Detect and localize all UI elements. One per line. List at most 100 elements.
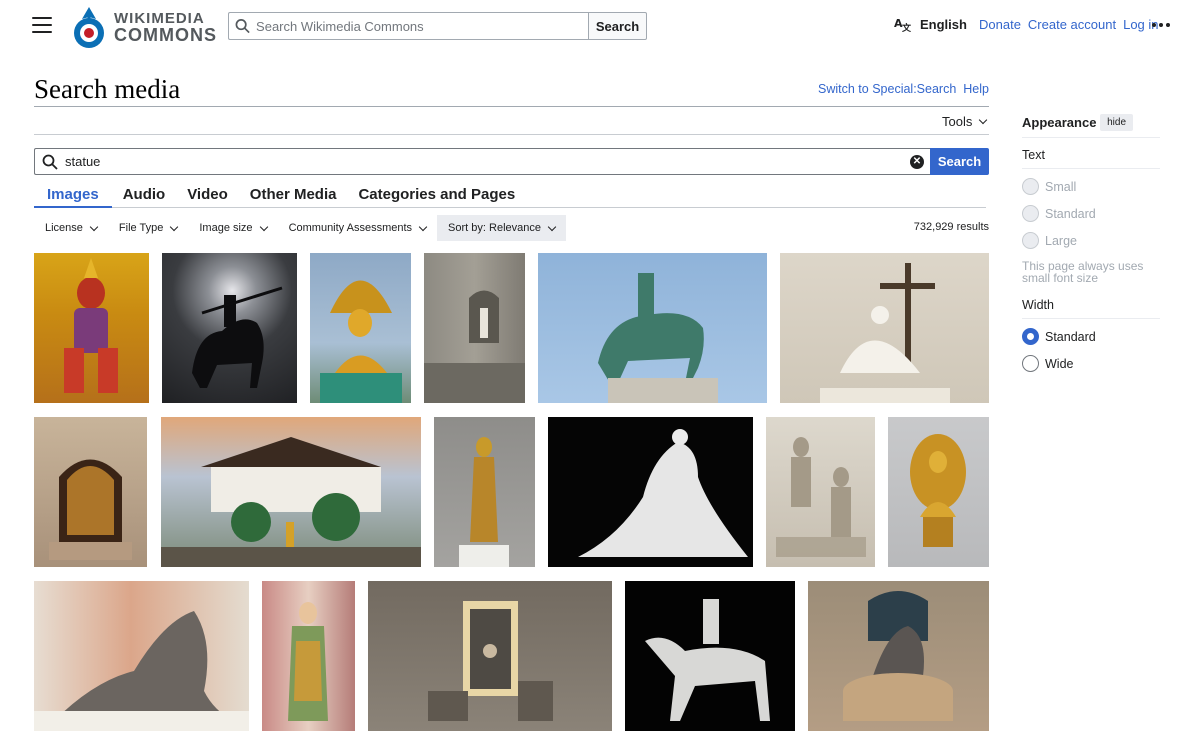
logo-line2: COMMONS — [114, 25, 217, 45]
thumbnail-image — [843, 591, 953, 721]
header-search-box — [228, 12, 588, 40]
filter-license[interactable]: License — [34, 215, 108, 241]
site-logo[interactable]: WIKIMEDIA COMMONS — [72, 5, 222, 49]
width-standard-option[interactable]: Standard — [1022, 323, 1160, 350]
thumbnail-baroque-group[interactable] — [34, 581, 249, 731]
width-section-label: Width — [1022, 298, 1160, 319]
logo-wordmark: WIKIMEDIA COMMONS — [114, 11, 217, 45]
width-wide-option[interactable]: Wide — [1022, 350, 1160, 377]
tools-menu[interactable]: Tools — [942, 114, 988, 129]
chevron-down-icon — [170, 222, 179, 231]
language-icon: A 文 — [894, 17, 912, 32]
filter-community-assessments-label: Community Assessments — [288, 222, 413, 234]
chevron-down-icon — [547, 222, 557, 231]
tab-video[interactable]: Video — [176, 184, 239, 208]
donate-link[interactable]: Donate — [979, 17, 1021, 32]
results-count: 732,929 results — [913, 221, 989, 233]
thumbnail-image — [820, 263, 950, 403]
filter-image-size[interactable]: Image size — [188, 215, 277, 241]
thumbnail-image — [34, 611, 249, 731]
tools-divider — [34, 134, 989, 135]
thumbnail-bronze-on-base[interactable] — [808, 581, 989, 731]
thumbnail-temple-courtyard[interactable] — [161, 417, 421, 567]
media-search: ✕ Search — [34, 148, 989, 175]
filter-file-type[interactable]: File Type — [108, 215, 188, 241]
appearance-panel: Appearance hide Text Small Standard Larg… — [1022, 112, 1160, 377]
thumbnail-bronze-equestrian[interactable] — [538, 253, 767, 403]
search-icon — [235, 19, 250, 34]
clear-icon[interactable]: ✕ — [910, 154, 924, 169]
thumbnail-illuminated-niche[interactable] — [368, 581, 612, 731]
more-options-icon[interactable] — [1152, 23, 1170, 27]
appearance-hide-button[interactable]: hide — [1100, 114, 1133, 131]
thumbnail-image — [320, 280, 402, 403]
chevron-down-icon — [89, 222, 99, 231]
radio-icon — [1022, 232, 1039, 249]
tab-categories-pages[interactable]: Categories and Pages — [347, 184, 526, 208]
header-search-input[interactable] — [256, 18, 588, 34]
text-size-standard-label: Standard — [1045, 206, 1096, 221]
font-size-note: This page always uses small font size — [1022, 259, 1144, 285]
text-size-small-label: Small — [1045, 179, 1077, 194]
thumbnail-golden-guardian[interactable] — [34, 253, 149, 403]
thumbnail-marble-equestrian[interactable] — [625, 581, 795, 731]
tab-audio[interactable]: Audio — [112, 184, 177, 208]
thumbnail-image — [645, 599, 770, 721]
text-size-small-option: Small — [1022, 173, 1160, 200]
thumbnail-stone-relief[interactable] — [766, 417, 875, 567]
tab-images[interactable]: Images — [34, 184, 112, 208]
filter-file-type-label: File Type — [118, 222, 164, 234]
thumbnail-image — [459, 437, 509, 567]
language-selector[interactable]: A 文 English — [894, 16, 967, 33]
media-search-button[interactable]: Search — [930, 148, 989, 175]
text-size-large-option: Large — [1022, 227, 1160, 254]
radio-icon[interactable] — [1022, 355, 1039, 372]
width-wide-label: Wide — [1045, 356, 1074, 371]
thumbnail-image — [428, 601, 553, 721]
thumbnail-white-statue-cross[interactable] — [780, 253, 989, 403]
text-size-large-label: Large — [1045, 233, 1077, 248]
media-search-box: ✕ — [34, 148, 930, 175]
text-section-label: Text — [1022, 148, 1160, 169]
main-menu-button[interactable] — [32, 17, 52, 33]
filter-image-size-label: Image size — [199, 222, 253, 234]
thumbnail-statue-niche[interactable] — [424, 253, 525, 403]
thumbnail-silhouette-equestrian[interactable] — [162, 253, 297, 403]
media-type-tabs: Images Audio Video Other Media Categorie… — [34, 184, 986, 208]
chevron-down-icon — [418, 222, 428, 231]
title-divider — [34, 106, 989, 107]
page-title: Search media — [34, 74, 181, 104]
thumbnail-golden-buddha-naga[interactable] — [310, 253, 411, 403]
radio-icon — [1022, 205, 1039, 222]
search-filters: License File Type Image size Community A… — [34, 215, 566, 241]
help-link[interactable]: Help — [963, 82, 989, 96]
thumbnail-gilded-seated-buddha[interactable] — [888, 417, 989, 567]
sort-label: Sort by: Relevance — [448, 222, 541, 234]
language-label: English — [920, 16, 967, 32]
radio-icon — [1022, 178, 1039, 195]
thumbnail-image — [776, 437, 866, 557]
thumbnail-image — [578, 429, 748, 557]
header-search: Search — [228, 12, 647, 40]
sort-dropdown[interactable]: Sort by: Relevance — [437, 215, 566, 241]
width-standard-label: Standard — [1045, 329, 1096, 344]
thumbnail-image — [910, 434, 966, 547]
switch-special-search-link[interactable]: Switch to Special:Search — [818, 82, 956, 96]
chevron-down-icon — [259, 222, 268, 231]
filter-license-label: License — [45, 222, 83, 234]
filter-community-assessments[interactable]: Community Assessments — [278, 215, 437, 241]
thumbnail-image — [288, 602, 328, 721]
thumbnail-kneeling-marble[interactable] — [548, 417, 753, 567]
thumbnail-painted-saint[interactable] — [262, 581, 355, 731]
appearance-header: Appearance hide — [1022, 112, 1160, 138]
thumbnail-image — [192, 286, 283, 388]
thumbnail-gothic-shrine[interactable] — [34, 417, 147, 567]
chevron-down-icon — [979, 115, 988, 125]
header-search-button[interactable]: Search — [588, 12, 647, 40]
svg-text:文: 文 — [901, 22, 912, 32]
tab-other-media[interactable]: Other Media — [239, 184, 348, 208]
media-search-input[interactable] — [65, 154, 903, 169]
radio-selected-icon[interactable] — [1022, 328, 1039, 345]
create-account-link[interactable]: Create account — [1028, 17, 1116, 32]
thumbnail-standing-buddha[interactable] — [434, 417, 535, 567]
